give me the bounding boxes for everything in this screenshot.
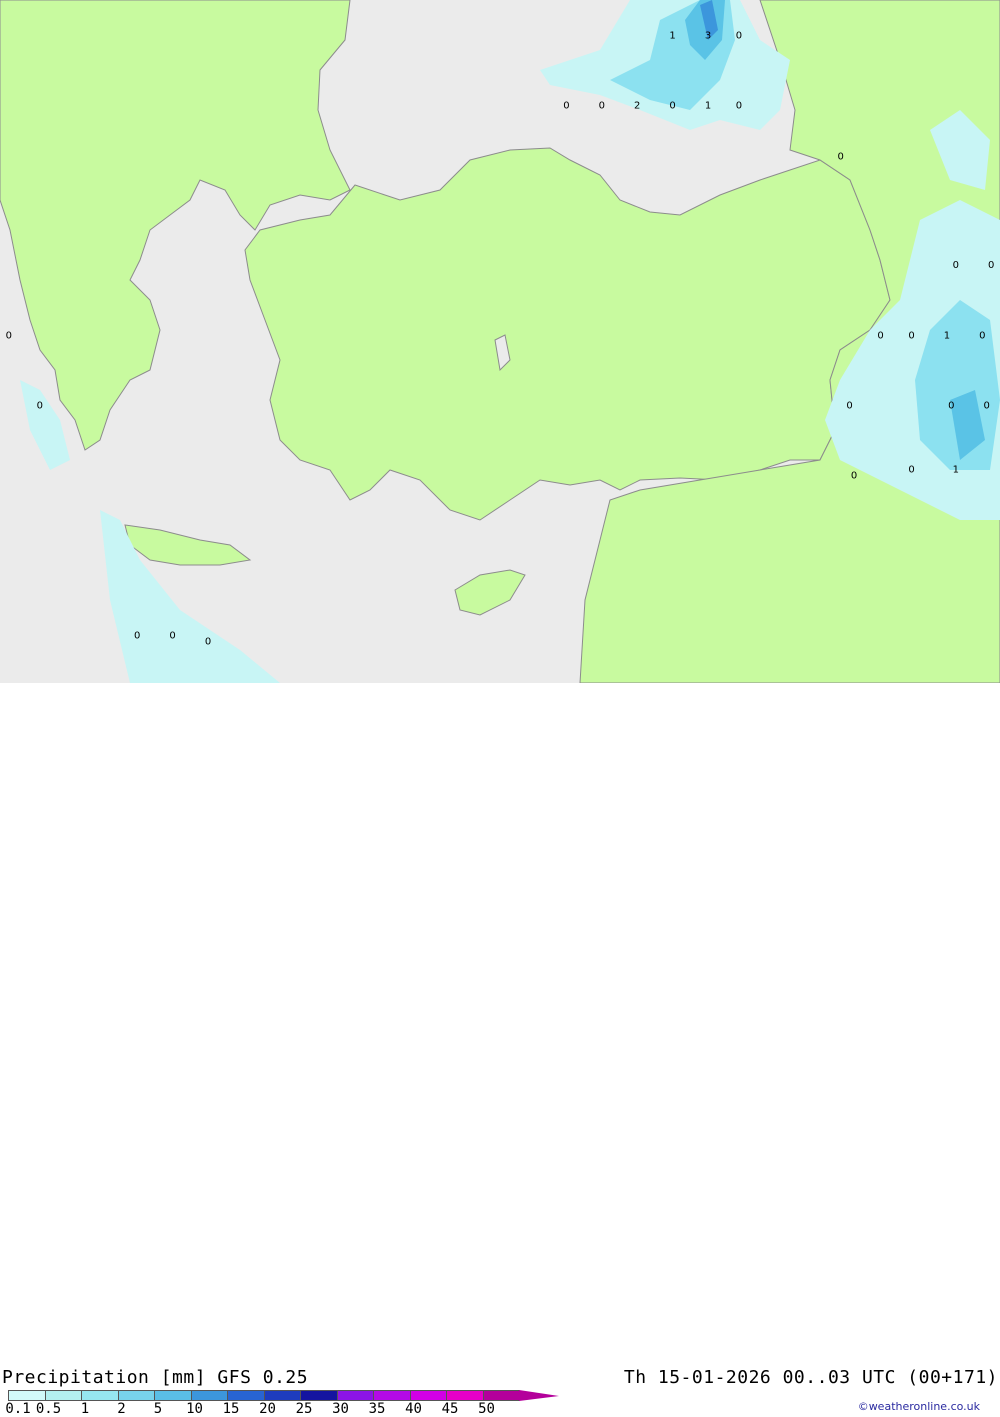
legend-swatch [446,1390,484,1401]
legend-tick-label: 10 [186,1401,203,1417]
precip-value-label: 0 [979,330,985,341]
precip-value-label: 0 [669,101,675,112]
legend-swatch [81,1390,119,1401]
legend-swatch [482,1390,520,1401]
legend-swatch [227,1390,265,1401]
legend-tick-label: 0.5 [35,1401,62,1417]
legend-tick-label: 45 [441,1401,459,1417]
credit-link[interactable]: ©weatheronline.co.uk [858,1400,980,1413]
precip-value-label: 1 [953,464,959,475]
precip-value-label: 0 [563,101,569,112]
precip-value-label: 0 [37,401,43,412]
legend-swatch [300,1390,338,1401]
legend-swatch [117,1390,155,1401]
precip-value-label: 0 [599,101,605,112]
precip-value-label: 0 [6,330,12,341]
legend-swatch [44,1390,82,1401]
legend-tick-label: 20 [259,1401,276,1417]
precipitation-map: 1 3 0 0 0 2 0 1 0 0 0 0 0 0 1 0 0 0 0 1 0 0 0 0 0 0 0 [0,0,1000,683]
legend-swatch [373,1390,411,1401]
legend-tick-label: 25 [295,1401,313,1417]
map-title: Precipitation [mm] GFS 0.25 [2,1367,309,1388]
legend-swatch [154,1390,192,1401]
precip-value-label: 0 [736,101,742,112]
legend-tick-label: 15 [222,1401,240,1417]
precip-value-label: 0 [205,637,211,648]
precip-value-label: 1 [705,101,711,112]
forecast-datetime: Th 15-01-2026 00..03 UTC (00+171) [623,1367,998,1388]
legend-tick-label: 40 [405,1401,422,1417]
precip-value-label: 1 [944,330,950,341]
precip-value-label: 0 [134,630,140,641]
legend-swatch [336,1390,374,1401]
legend-swatch [8,1390,46,1401]
precip-value-label: 1 [669,30,675,41]
precip-value-label: 2 [634,101,640,112]
precip-value-label: 0 [908,464,914,475]
precip-value-label: 0 [851,471,857,482]
precip-value-label: 0 [736,30,742,41]
legend-tick-label: 5 [153,1401,163,1417]
precip-value-label: 0 [908,330,914,341]
precip-value-label: 0 [846,401,852,412]
legend-tick-label: 1 [80,1401,90,1417]
precip-value-label: 0 [948,401,954,412]
legend-tick-label: 0.1 [5,1401,31,1417]
precip-value-label: 0 [988,260,994,271]
precip-value-label: 0 [838,152,844,163]
legend-tick-label: 2 [117,1401,126,1417]
precip-value-label: 0 [984,401,990,412]
legend-tick-label: 50 [478,1401,495,1417]
legend-tick-label: 35 [368,1401,386,1417]
precip-value-label: 3 [705,30,711,41]
precip-value-label: 0 [953,260,959,271]
legend-arrow-icon [519,1390,559,1401]
legend-swatch [263,1390,301,1401]
precip-value-label: 0 [169,630,175,641]
footer-bar: Precipitation [mm] GFS 0.25 Th 15-01-202… [0,683,1000,1417]
legend-tick-label: 30 [332,1401,349,1417]
legend-swatch [190,1390,228,1401]
legend-swatch [409,1390,447,1401]
precip-value-label: 0 [877,330,883,341]
